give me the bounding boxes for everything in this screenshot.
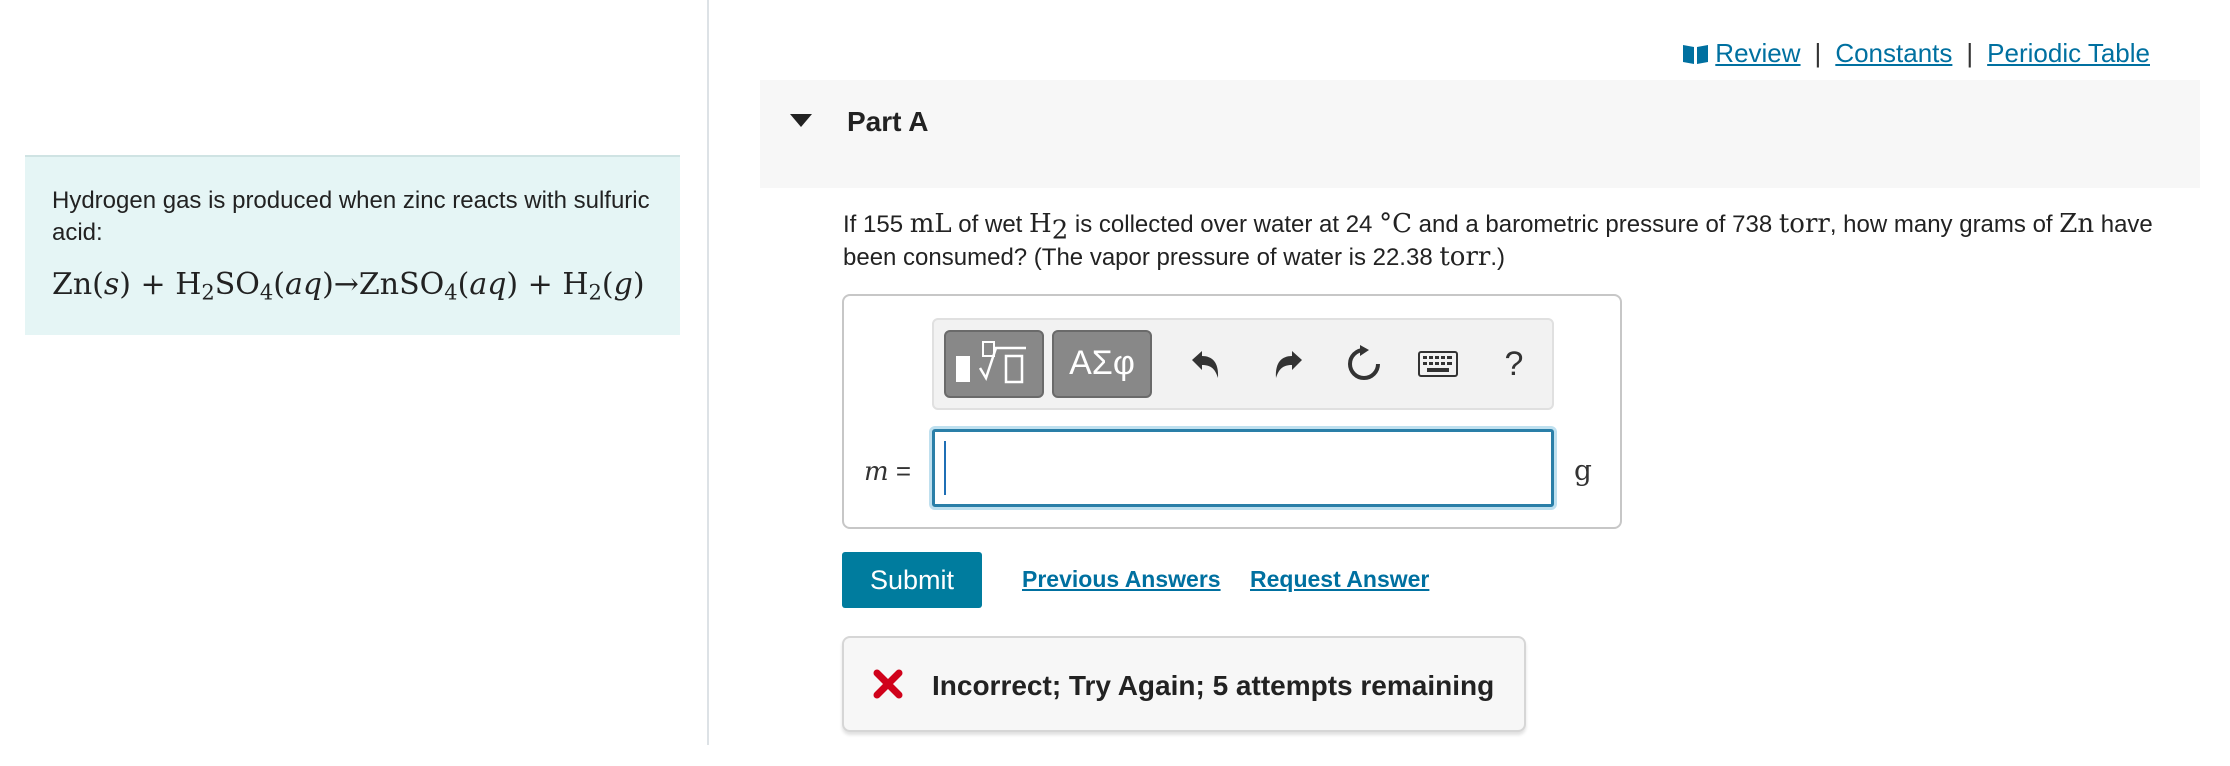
link-separator: | <box>1814 38 1822 68</box>
part-header[interactable]: Part A <box>760 80 2200 188</box>
math-toolbar: ΑΣφ ? <box>932 318 1554 410</box>
question-text: If 155 mL of wet H2 is collected over wa… <box>843 209 2153 272</box>
link-separator: | <box>1966 38 1974 68</box>
feedback-message: Incorrect; Try Again; 5 attempts remaini… <box>932 670 1495 701</box>
answer-variable-label: m = <box>864 456 912 487</box>
request-answer-link[interactable]: Request Answer <box>1250 566 1429 593</box>
incorrect-x-icon <box>873 669 903 699</box>
part-title: Part A <box>847 106 929 137</box>
reset-icon[interactable] <box>1342 342 1386 386</box>
answer-box: ΑΣφ ? m = g <box>842 294 1622 529</box>
answer-input[interactable] <box>932 429 1554 507</box>
help-icon[interactable]: ? <box>1492 342 1536 386</box>
undo-icon[interactable] <box>1184 342 1228 386</box>
unit-label: g <box>1574 454 1592 487</box>
templates-button[interactable] <box>944 330 1044 398</box>
greek-symbols-button[interactable]: ΑΣφ <box>1052 330 1152 398</box>
intro-text: Hydrogen gas is produced when zinc react… <box>52 187 650 246</box>
submit-button[interactable]: Submit <box>842 552 982 608</box>
text-cursor <box>944 441 946 495</box>
templates-icon <box>956 341 1026 384</box>
review-link[interactable]: Review <box>1715 38 1800 69</box>
problem-intro-panel: Hydrogen gas is produced when zinc react… <box>25 155 680 335</box>
resource-links: Review | Constants | Periodic Table <box>1682 38 2150 69</box>
redo-icon[interactable] <box>1266 342 1310 386</box>
previous-answers-link[interactable]: Previous Answers <box>1022 566 1221 593</box>
periodic-table-link[interactable]: Periodic Table <box>1987 38 2150 69</box>
reaction-equation: Zn(s) + H2SO4(aq)→ZnSO4(aq) + H2(g) <box>52 267 645 305</box>
feedback-box: Incorrect; Try Again; 5 attempts remaini… <box>842 636 1526 732</box>
book-icon <box>1683 44 1709 64</box>
constants-link[interactable]: Constants <box>1835 38 1952 69</box>
caret-down-icon[interactable] <box>790 114 812 127</box>
keyboard-icon[interactable] <box>1416 342 1460 386</box>
panel-divider <box>707 0 709 745</box>
